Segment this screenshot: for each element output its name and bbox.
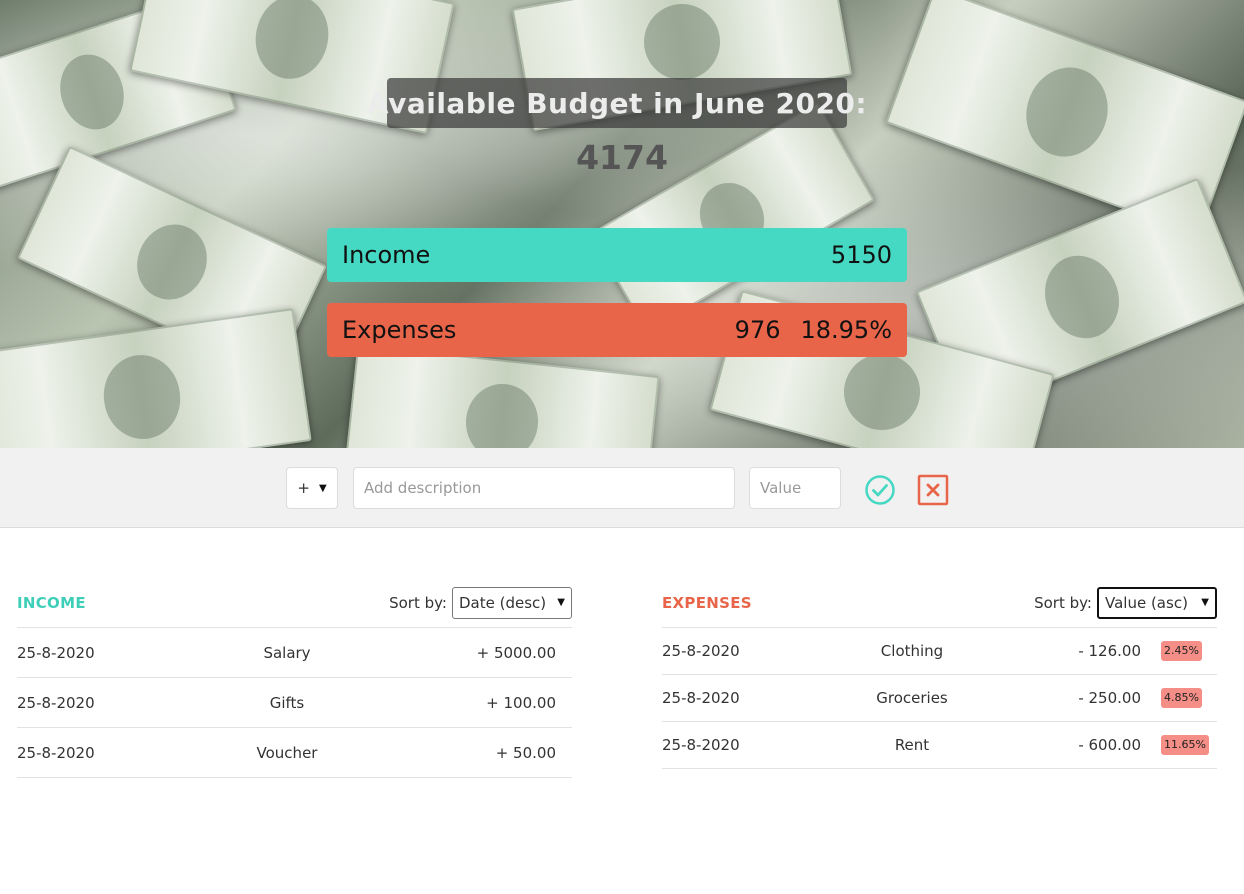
expense-amount: - 600.00 bbox=[1078, 736, 1141, 754]
value-input[interactable] bbox=[749, 467, 841, 509]
income-description: Gifts bbox=[269, 693, 305, 712]
income-summary-value: 5150 bbox=[830, 241, 892, 269]
income-sort-label: Sort by: bbox=[389, 593, 447, 612]
income-date: 25-8-2020 bbox=[17, 743, 95, 762]
income-title: INCOME bbox=[17, 593, 86, 612]
income-sort: Sort by: Date (desc) ▼ bbox=[389, 586, 572, 619]
expenses-summary-value: 976 bbox=[734, 316, 781, 344]
expense-description: Groceries bbox=[876, 689, 948, 707]
expense-date: 25-8-2020 bbox=[662, 642, 740, 660]
chevron-down-icon: ▼ bbox=[318, 482, 327, 494]
expense-row: 25-8-2020 Rent - 600.00 11.65% bbox=[662, 722, 1217, 769]
check-circle-icon[interactable] bbox=[864, 474, 896, 506]
expenses-list: EXPENSES Sort by: Value (asc) ▼ 25-8-202… bbox=[662, 578, 1217, 769]
available-budget-value: 4174 bbox=[576, 138, 668, 177]
type-select[interactable]: + ▼ bbox=[286, 467, 338, 509]
expenses-summary-percentage: 18.95% bbox=[800, 316, 892, 344]
expense-percentage-badge: 2.45% bbox=[1161, 641, 1202, 661]
expenses-summary-right: 976 18.95% bbox=[735, 316, 892, 344]
expense-date: 25-8-2020 bbox=[662, 736, 740, 754]
banknote-image bbox=[0, 308, 312, 448]
expenses-title: EXPENSES bbox=[662, 593, 752, 612]
expenses-sort-value: Value (asc) bbox=[1105, 593, 1188, 612]
income-row: 25-8-2020 Salary + 5000.00 bbox=[17, 628, 572, 678]
close-square-icon[interactable] bbox=[917, 474, 949, 506]
budget-title: Available Budget in June 2020: bbox=[367, 78, 867, 128]
income-summary-bar: Income 5150 bbox=[327, 228, 907, 282]
type-select-value: + bbox=[297, 479, 310, 497]
chevron-down-icon: ▼ bbox=[557, 597, 565, 608]
income-date: 25-8-2020 bbox=[17, 643, 95, 662]
expenses-list-header: EXPENSES Sort by: Value (asc) ▼ bbox=[662, 578, 1217, 628]
income-list: INCOME Sort by: Date (desc) ▼ 25-8-2020 … bbox=[17, 578, 572, 778]
expense-description: Clothing bbox=[880, 642, 944, 660]
add-item-bar: + ▼ bbox=[0, 448, 1244, 528]
expenses-summary-bar: Expenses 976 18.95% bbox=[327, 303, 907, 357]
income-list-header: INCOME Sort by: Date (desc) ▼ bbox=[17, 578, 572, 628]
expense-percentage-badge: 11.65% bbox=[1161, 735, 1209, 755]
income-row: 25-8-2020 Gifts + 100.00 bbox=[17, 678, 572, 728]
expense-amount: - 250.00 bbox=[1078, 689, 1141, 707]
income-description: Voucher bbox=[256, 743, 318, 762]
expense-row: 25-8-2020 Groceries - 250.00 4.85% bbox=[662, 675, 1217, 722]
income-amount: + 5000.00 bbox=[476, 643, 556, 662]
description-input[interactable] bbox=[353, 467, 735, 509]
expenses-sort-label: Sort by: bbox=[1034, 593, 1092, 612]
expenses-summary-label: Expenses bbox=[342, 316, 457, 344]
expense-percentage-badge: 4.85% bbox=[1161, 688, 1202, 708]
income-date: 25-8-2020 bbox=[17, 693, 95, 712]
chevron-down-icon: ▼ bbox=[1201, 597, 1209, 608]
income-amount: + 50.00 bbox=[495, 743, 556, 762]
banknote-image bbox=[589, 101, 875, 333]
income-amount: + 100.00 bbox=[486, 693, 556, 712]
expenses-sort-select[interactable]: Value (asc) ▼ bbox=[1097, 586, 1217, 619]
expense-description: Rent bbox=[894, 736, 930, 754]
income-row: 25-8-2020 Voucher + 50.00 bbox=[17, 728, 572, 778]
banknote-image bbox=[344, 344, 660, 448]
expense-date: 25-8-2020 bbox=[662, 689, 740, 707]
income-sort-value: Date (desc) bbox=[459, 593, 547, 612]
income-summary-label: Income bbox=[342, 241, 431, 269]
income-description: Salary bbox=[263, 643, 311, 662]
income-sort-select[interactable]: Date (desc) ▼ bbox=[452, 586, 572, 619]
expense-row: 25-8-2020 Clothing - 126.00 2.45% bbox=[662, 628, 1217, 675]
expense-amount: - 126.00 bbox=[1078, 642, 1141, 660]
expenses-sort: Sort by: Value (asc) ▼ bbox=[1034, 586, 1217, 619]
budget-header-banner: Available Budget in June 2020: 4174 Inco… bbox=[0, 0, 1244, 448]
